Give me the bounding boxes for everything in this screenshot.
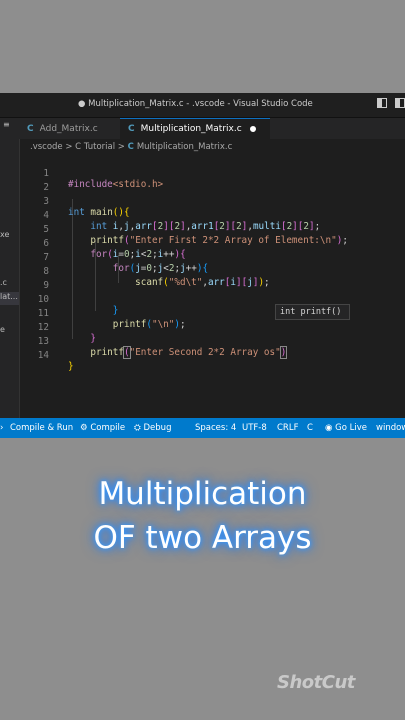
editor-tabs: C Add_Matrix.c C Multiplication_Matrix.c [19,118,405,139]
code-text: int main(){ [68,207,130,218]
code-line: 3 int main(){ [19,185,129,218]
code-editor[interactable]: 1 #include<stdio.h> 2 3 int main(){ 4 in… [19,157,405,417]
tab-add-matrix[interactable]: C Add_Matrix.c [27,118,123,139]
status-label: Debug [143,423,172,433]
code-line: 1 #include<stdio.h> [19,157,163,190]
shotcut-watermark: ShotCut [277,672,355,693]
breadcrumb-file[interactable]: Multiplication_Matrix.c [137,142,232,152]
status-window[interactable]: window [376,423,405,433]
status-label: Go Live [335,423,367,433]
unsaved-dot-icon[interactable] [249,126,256,132]
code-line: 2 [19,171,53,193]
code-line: 11 printf("\n"); [19,297,186,330]
code-text: printf("\n"); [112,319,186,330]
explorer-item-selected[interactable]: lat... [0,292,19,305]
code-text: int i,j,arr[2][2],arr1[2][2],multi[2][2]… [90,221,321,232]
layout-controls [377,98,405,108]
code-line: 8 scanf("%d\t",arr[i][j]); [19,255,269,288]
gear-icon: ⚙ [80,423,91,433]
status-go-live[interactable]: ◉ Go Live [325,423,367,433]
vscode-window: ● Multiplication_Matrix.c - .vscode - Vi… [0,93,405,438]
status-language[interactable]: C [307,423,313,433]
tab-label: Multiplication_Matrix.c [140,124,242,134]
bug-icon: ⛭ [134,423,144,433]
code-line: 5 printf("Enter First 2*2 Array of Eleme… [19,213,348,246]
title-bar: ● Multiplication_Matrix.c - .vscode - Vi… [0,93,405,118]
hover-tooltip: int printf() [275,304,350,320]
tab-multiplication-matrix[interactable]: C Multiplication_Matrix.c [120,118,270,139]
code-text: for(i=0;i<2;i++){ [90,249,186,260]
c-file-icon: C [27,123,34,134]
caption-line-2: OF two Arrays [93,520,312,556]
toggle-sidebar-icon[interactable] [377,98,387,108]
status-bar: › Compile & Run ⚙ Compile ⛭ Debug Spaces… [0,418,405,438]
code-line: 13 printf("Enter Second 2*2 Array os") [19,325,288,359]
code-text: #include<stdio.h> [68,179,164,190]
status-compile[interactable]: ⚙ Compile [80,423,125,433]
c-file-icon: C [128,124,135,134]
code-line: 14 } [19,339,74,372]
explorer-item[interactable]: .c [0,278,7,287]
explorer-item[interactable]: xe [0,230,9,239]
c-file-icon: C [127,142,137,152]
code-line: 10 } [19,283,119,316]
code-text: } [68,361,74,372]
window-title: ● Multiplication_Matrix.c - .vscode - Vi… [78,99,313,109]
code-text: scanf("%d\t",arr[i][j]); [135,277,270,288]
code-text: printf("Enter First 2*2 Array of Element… [90,235,348,246]
status-indent[interactable]: Spaces: 4 [195,423,236,433]
code-line: 4 int i,j,arr[2][2],arr1[2][2],multi[2][… [19,199,320,232]
status-label: Compile [90,423,126,433]
explorer-item-label: lat... [0,292,18,301]
status-compile-run[interactable]: Compile & Run [10,423,73,433]
code-line: 7 for(j=0;j<2;j++){ [19,241,208,274]
broadcast-icon: ◉ [325,423,336,433]
line-number: 14 [37,350,49,361]
explorer-item[interactable]: e [0,325,5,334]
status-remote-icon[interactable]: › [0,423,3,433]
status-debug[interactable]: ⛭ Debug [134,423,171,433]
breadcrumb-path[interactable]: .vscode > C Tutorial > [30,142,125,152]
status-encoding[interactable]: UTF-8 [242,423,267,433]
code-line: 9 [19,269,53,291]
toggle-panel-icon[interactable] [395,98,405,108]
code-text: printf("Enter Second 2*2 Array os") [90,346,288,359]
tab-label: Add_Matrix.c [39,123,98,134]
menu-icon[interactable]: ≡ [3,120,10,129]
breadcrumb: .vscode > C Tutorial > C Multiplication_… [30,142,232,152]
code-text: } [112,305,119,316]
code-text: } [90,333,96,344]
explorer-sidebar: ≡ xe .c lat... e [0,118,20,418]
code-line: 6 for(i=0;i<2;i++){ [19,227,185,260]
code-line: 12 } [19,311,96,344]
code-text: for(j=0;j<2;j++){ [112,263,209,274]
caption-line-1: Multiplication [98,476,307,512]
status-eol[interactable]: CRLF [277,423,298,433]
